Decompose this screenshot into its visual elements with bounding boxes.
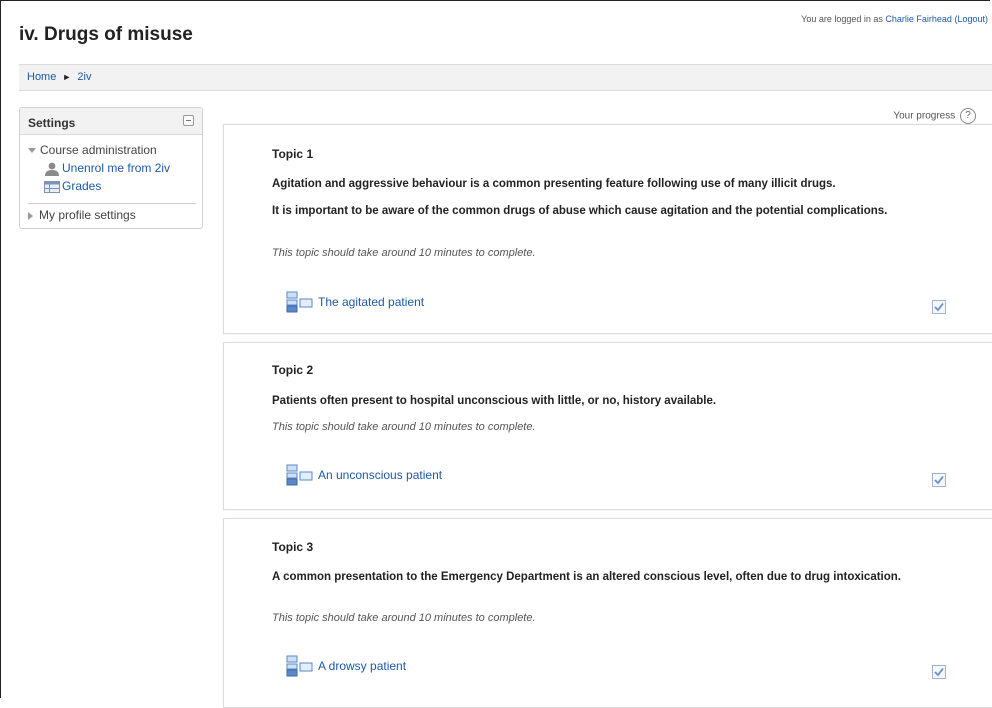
logout-link[interactable]: (Logout) <box>954 14 988 24</box>
topic-title: Topic 2 <box>272 363 314 377</box>
topic-duration-note: This topic should take around 10 minutes… <box>272 247 536 259</box>
settings-block-header: Settings <box>20 108 202 135</box>
topic-summary: Patients often present to hospital uncon… <box>272 395 717 407</box>
unenrol-link[interactable]: Unenrol me from 2iv <box>62 161 170 175</box>
course-administration-label: Course administration <box>40 143 157 157</box>
grades-table-icon <box>44 180 60 193</box>
grades-item[interactable]: Grades <box>44 179 101 193</box>
lesson-icon <box>286 291 313 313</box>
completion-checkbox-icon[interactable] <box>932 665 946 679</box>
completion-checkbox-icon[interactable] <box>932 473 946 487</box>
topic-duration-note: This topic should take around 10 minutes… <box>272 612 536 624</box>
page-title: iv. Drugs of misuse <box>19 24 193 45</box>
login-info: You are logged in as Charlie Fairhead (L… <box>801 14 988 24</box>
topic-title: Topic 3 <box>272 540 314 554</box>
topic-summary: Agitation and aggressive behaviour is a … <box>272 178 836 190</box>
lesson-icon <box>286 464 313 486</box>
topic-summary-2: It is important to be aware of the commo… <box>272 205 888 217</box>
collapsed-arrow-icon <box>28 211 33 220</box>
user-name-link[interactable]: Charlie Fairhead <box>885 14 952 24</box>
help-icon[interactable]: ? <box>960 108 976 124</box>
grades-link[interactable]: Grades <box>62 179 101 193</box>
unenrol-item[interactable]: Unenrol me from 2iv <box>44 161 170 176</box>
your-progress-label: Your progress <box>893 110 956 122</box>
topic-duration-note: This topic should take around 10 minutes… <box>272 421 536 433</box>
topic-section-3: Topic 3 A common presentation to the Eme… <box>223 518 992 708</box>
activity-item[interactable]: An unconscious patient <box>286 464 442 486</box>
login-prefix: You are logged in as <box>801 14 883 24</box>
activity-item[interactable]: A drowsy patient <box>286 655 406 677</box>
topic-title: Topic 1 <box>272 147 314 161</box>
profile-settings-label: My profile settings <box>39 208 136 222</box>
your-progress: Your progress ? <box>893 108 976 124</box>
user-icon <box>45 162 59 176</box>
breadcrumb-separator: ► <box>62 72 72 82</box>
breadcrumb-course[interactable]: 2iv <box>77 71 91 83</box>
activity-item[interactable]: The agitated patient <box>286 291 424 313</box>
breadcrumb: Home ► 2iv <box>19 64 992 91</box>
lesson-icon <box>286 655 313 677</box>
breadcrumb-home[interactable]: Home <box>27 71 56 83</box>
topic-section-1: Topic 1 Agitation and aggressive behavio… <box>223 124 992 334</box>
settings-block-title: Settings <box>28 116 76 130</box>
course-administration-node[interactable]: Course administration <box>28 143 157 157</box>
topic-summary: A common presentation to the Emergency D… <box>272 571 901 583</box>
expanded-arrow-icon <box>28 148 36 154</box>
settings-divider <box>28 203 196 204</box>
activity-link[interactable]: An unconscious patient <box>318 468 442 482</box>
completion-checkbox-icon[interactable] <box>932 300 946 314</box>
activity-link[interactable]: The agitated patient <box>318 295 424 309</box>
profile-settings-node[interactable]: My profile settings <box>28 208 136 222</box>
activity-link[interactable]: A drowsy patient <box>318 659 406 673</box>
collapse-icon[interactable] <box>183 115 194 126</box>
settings-block: Settings Course administration Unenrol m… <box>19 107 203 229</box>
topic-section-2: Topic 2 Patients often present to hospit… <box>223 342 992 510</box>
